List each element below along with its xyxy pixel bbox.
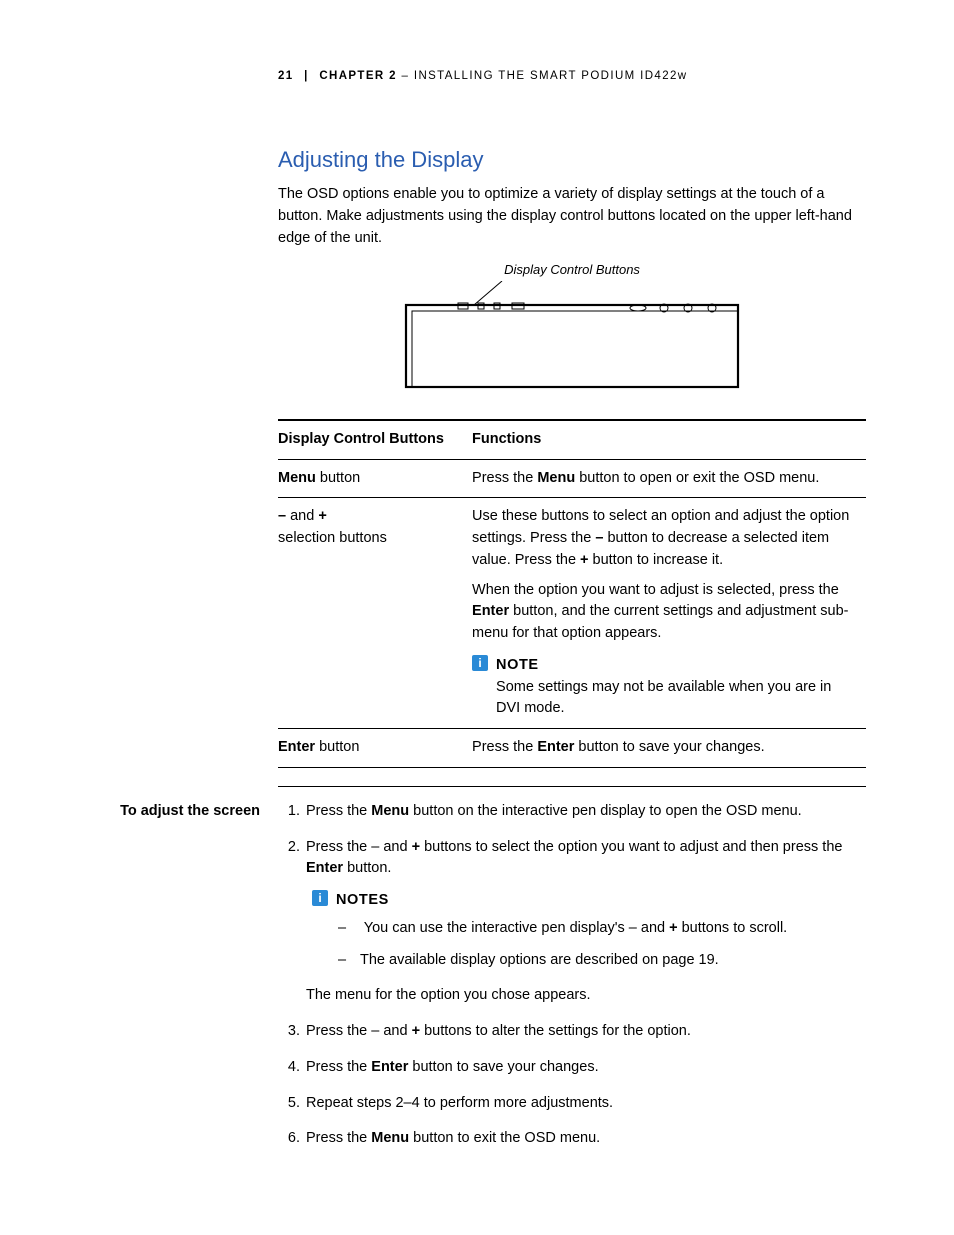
cell-selection-buttons: – and + selection buttons [278,498,472,729]
note-body: Some settings may not be available when … [496,677,854,721]
page: 21 | CHAPTER 2 – INSTALLING THE SMART PO… [0,0,954,1235]
notes-list: You can use the interactive pen display'… [336,918,866,972]
step-3: Press the – and + buttons to alter the s… [304,1021,866,1043]
table-row: – and + selection buttons Use these butt… [278,498,866,729]
cell-enter-button: Enter button [278,729,472,768]
step-1: Press the Menu button on the interactive… [304,801,866,823]
table-header-b: Functions [472,420,866,459]
figure: Display Control Buttons [278,260,866,399]
page-number: 21 [278,70,294,82]
note-block: i NOTE Some settings may not be availabl… [472,655,854,720]
cell-selection-function: Use these buttons to select an option an… [472,498,866,729]
step-4: Press the Enter button to save your chan… [304,1057,866,1079]
info-icon: i [312,890,328,906]
notes-title: NOTES [336,890,866,912]
display-control-table: Display Control Buttons Functions Menu b… [278,419,866,768]
figure-caption: Display Control Buttons [278,260,866,280]
left-gutter: To adjust the screen [88,801,278,823]
step-6: Press the Menu button to exit the OSD me… [304,1128,866,1150]
table-row: Menu button Press the Menu button to ope… [278,459,866,498]
steps-list: Press the Menu button on the interactive… [278,801,866,1150]
cell-enter-function: Press the Enter button to save your chan… [472,729,866,768]
step-2-after: The menu for the option you chose appear… [306,985,866,1007]
display-control-diagram [402,281,742,391]
step-2: Press the – and + buttons to select the … [304,837,866,1008]
running-header: 21 | CHAPTER 2 – INSTALLING THE SMART PO… [278,68,866,85]
note-item: You can use the interactive pen display'… [360,918,866,940]
main-column: Adjusting the Display The OSD options en… [278,143,866,801]
selection-p2: When the option you want to adjust is se… [472,580,854,645]
procedure-column: Press the Menu button on the interactive… [278,801,866,1164]
table-header-a: Display Control Buttons [278,420,472,459]
selection-p1: Use these buttons to select an option an… [472,506,854,571]
chapter-label: CHAPTER 2 [319,70,397,82]
divider [278,786,866,787]
cell-menu-button: Menu button [278,459,472,498]
chapter-title: – INSTALLING THE SMART PODIUM ID422w [397,70,688,82]
info-icon: i [472,655,488,671]
table-row: Enter button Press the Enter button to s… [278,729,866,768]
header-separator: | [304,70,309,82]
procedure-row: To adjust the screen Press the Menu butt… [88,801,866,1164]
intro-paragraph: The OSD options enable you to optimize a… [278,184,866,249]
notes-block: i NOTES You can use the interactive pen … [312,890,866,981]
procedure-label: To adjust the screen [120,803,260,819]
note-title: NOTE [496,655,854,677]
section-heading: Adjusting the Display [278,143,866,176]
note-item: The available display options are descri… [360,950,866,972]
cell-menu-function: Press the Menu button to open or exit th… [472,459,866,498]
section-row: Adjusting the Display The OSD options en… [88,143,866,801]
step-5: Repeat steps 2–4 to perform more adjustm… [304,1093,866,1115]
